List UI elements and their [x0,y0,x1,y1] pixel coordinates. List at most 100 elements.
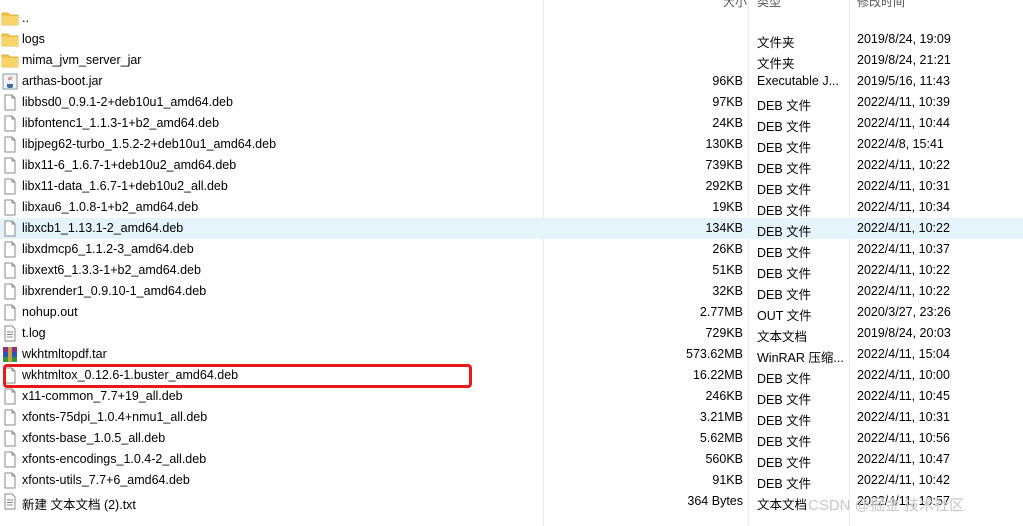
file-type: DEB 文件 [757,99,812,113]
file-icon [1,157,19,174]
file-name: xfonts-utils_7.7+6_amd64.deb [22,473,190,487]
file-size: 16.22MB [692,368,743,382]
text-doc-icon [1,325,19,342]
file-name: .. [22,11,29,25]
file-row[interactable]: arthas-boot.jar 96KB Executable J... 2019/5… [0,71,1023,92]
file-type: Executable J... [757,74,839,88]
file-size: 2.77MB [699,305,743,319]
file-row[interactable]: xfonts-base_1.0.5_all.deb 5.62MB DEB 文件 202… [0,428,1023,449]
type-column-header[interactable]: 类型 [757,0,781,8]
file-icon [1,115,19,132]
file-size: 24KB [712,116,743,130]
file-type: DEB 文件 [757,183,812,197]
file-name: libjpeg62-turbo_1.5.2-2+deb10u1_amd64.de… [22,137,277,151]
folder-icon [1,10,19,27]
file-row[interactable]: libxdmcp6_1.1.2-3_amd64.deb 26KB DEB 文件 202… [0,239,1023,260]
winrar-archive-icon [1,346,19,363]
file-row[interactable]: logs 文件夹 2019/8/24, 19:09 [0,29,1023,50]
file-date: 2019/5/16, 11:43 [857,74,950,88]
file-size: 134KB [705,221,743,235]
file-name: libx11-data_1.6.7-1+deb10u2_all.deb [22,179,228,193]
file-name: libxext6_1.3.3-1+b2_amd64.deb [22,263,201,277]
file-size: 364 Bytes [687,494,743,508]
file-date: 2022/4/11, 10:44 [857,116,950,130]
file-icon [1,283,19,300]
file-name: mima_jvm_server_jar [22,53,142,67]
file-type: DEB 文件 [757,435,812,449]
file-row[interactable]: xfonts-utils_7.7+6_amd64.deb 91KB DEB 文件 20… [0,470,1023,491]
folder-icon [1,31,19,48]
file-type: DEB 文件 [757,162,812,176]
file-type: DEB 文件 [757,288,812,302]
file-date: 2022/4/11, 10:22 [857,284,950,298]
file-icon [1,304,19,321]
file-row[interactable]: mima_jvm_server_jar 文件夹 2019/8/24, 21:21 [0,50,1023,71]
file-date: 2019/8/24, 21:21 [857,53,951,67]
java-jar-icon [1,73,19,90]
file-row[interactable]: libxcb1_1.13.1-2_amd64.deb 134KB DEB 文件 202… [0,218,1023,239]
file-date: 2022/4/11, 10:42 [857,473,950,487]
file-type: DEB 文件 [757,456,812,470]
file-type: DEB 文件 [757,372,812,386]
highlight-annotation-box [3,364,472,388]
file-icon [1,388,19,405]
file-row[interactable]: libjpeg62-turbo_1.5.2-2+deb10u1_amd64.de… [0,134,1023,155]
file-row[interactable]: libxext6_1.3.3-1+b2_amd64.deb 51KB DEB 文件 2… [0,260,1023,281]
file-type: 文件夹 [757,36,795,50]
file-icon [1,178,19,195]
folder-icon [1,52,19,69]
file-icon [1,451,19,468]
file-size: 3.21MB [699,410,743,424]
file-name: nohup.out [22,305,78,319]
file-size: 96KB [712,74,743,88]
file-date: 2022/4/11, 10:22 [857,263,950,277]
file-date: 2022/4/11, 10:45 [857,389,950,403]
file-type: DEB 文件 [757,246,812,260]
file-date: 2022/4/8, 15:41 [857,137,944,151]
file-row[interactable]: wkhtmltopdf.tar 573.62MB WinRAR 压缩... 2022/… [0,344,1023,365]
file-date: 2020/3/27, 23:26 [857,305,951,319]
file-row[interactable]: libxau6_1.0.8-1+b2_amd64.deb 19KB DEB 文件 20… [0,197,1023,218]
file-size: 729KB [705,326,743,340]
file-date: 2022/4/11, 10:22 [857,158,950,172]
text-doc-icon [1,493,19,510]
file-size: 91KB [712,473,743,487]
file-type: DEB 文件 [757,267,812,281]
file-date: 2022/4/11, 10:34 [857,200,950,214]
file-icon [1,199,19,216]
file-icon [1,409,19,426]
file-row[interactable]: libx11-data_1.6.7-1+deb10u2_all.deb 292KB… [0,176,1023,197]
file-row[interactable]: libx11-6_1.6.7-1+deb10u2_amd64.deb 739KB D… [0,155,1023,176]
file-type: WinRAR 压缩... [757,351,844,365]
file-date: 2022/4/11, 10:37 [857,242,950,256]
file-size: 573.62MB [686,347,743,361]
file-icon [1,94,19,111]
size-column-header[interactable]: 大小 [723,0,747,8]
file-row[interactable]: nohup.out 2.77MB OUT 文件 2020/3/27, 23:26 [0,302,1023,323]
file-name: x11-common_7.7+19_all.deb [22,389,183,403]
file-name: arthas-boot.jar [22,74,103,88]
file-type: OUT 文件 [757,309,812,323]
file-size: 739KB [705,158,743,172]
column-header: 大小 类型 修改时间 [0,0,1023,8]
file-icon [1,430,19,447]
file-date: 2022/4/11, 10:56 [857,431,950,445]
file-size: 560KB [705,452,743,466]
file-name: libxau6_1.0.8-1+b2_amd64.deb [22,200,199,214]
file-icon [1,220,19,237]
file-row[interactable]: libbsd0_0.9.1-2+deb10u1_amd64.deb 97KB DEB… [0,92,1023,113]
file-row[interactable]: libxrender1_0.9.10-1_amd64.deb 32KB DEB 文件… [0,281,1023,302]
file-row[interactable]: libfontenc1_1.1.3-1+b2_amd64.deb 24KB DEB … [0,113,1023,134]
file-type: DEB 文件 [757,477,812,491]
file-row[interactable]: x11-common_7.7+19_all.deb 246KB DEB 文件 2022… [0,386,1023,407]
file-type: 文本文档 [757,330,808,344]
file-row[interactable]: t.log 729KB 文本文档 2019/8/24, 20:03 [0,323,1023,344]
file-name: logs [22,32,45,46]
file-name: libxrender1_0.9.10-1_amd64.deb [22,284,207,298]
file-row[interactable]: xfonts-75dpi_1.0.4+nmu1_all.deb 3.21MB DEB… [0,407,1023,428]
date-column-header[interactable]: 修改时间 [857,0,905,8]
file-date: 2022/4/11, 10:31 [857,410,950,424]
file-row[interactable]: .. [0,8,1023,29]
file-type: DEB 文件 [757,225,812,239]
file-row[interactable]: xfonts-encodings_1.0.4-2_all.deb 560KB DEB… [0,449,1023,470]
